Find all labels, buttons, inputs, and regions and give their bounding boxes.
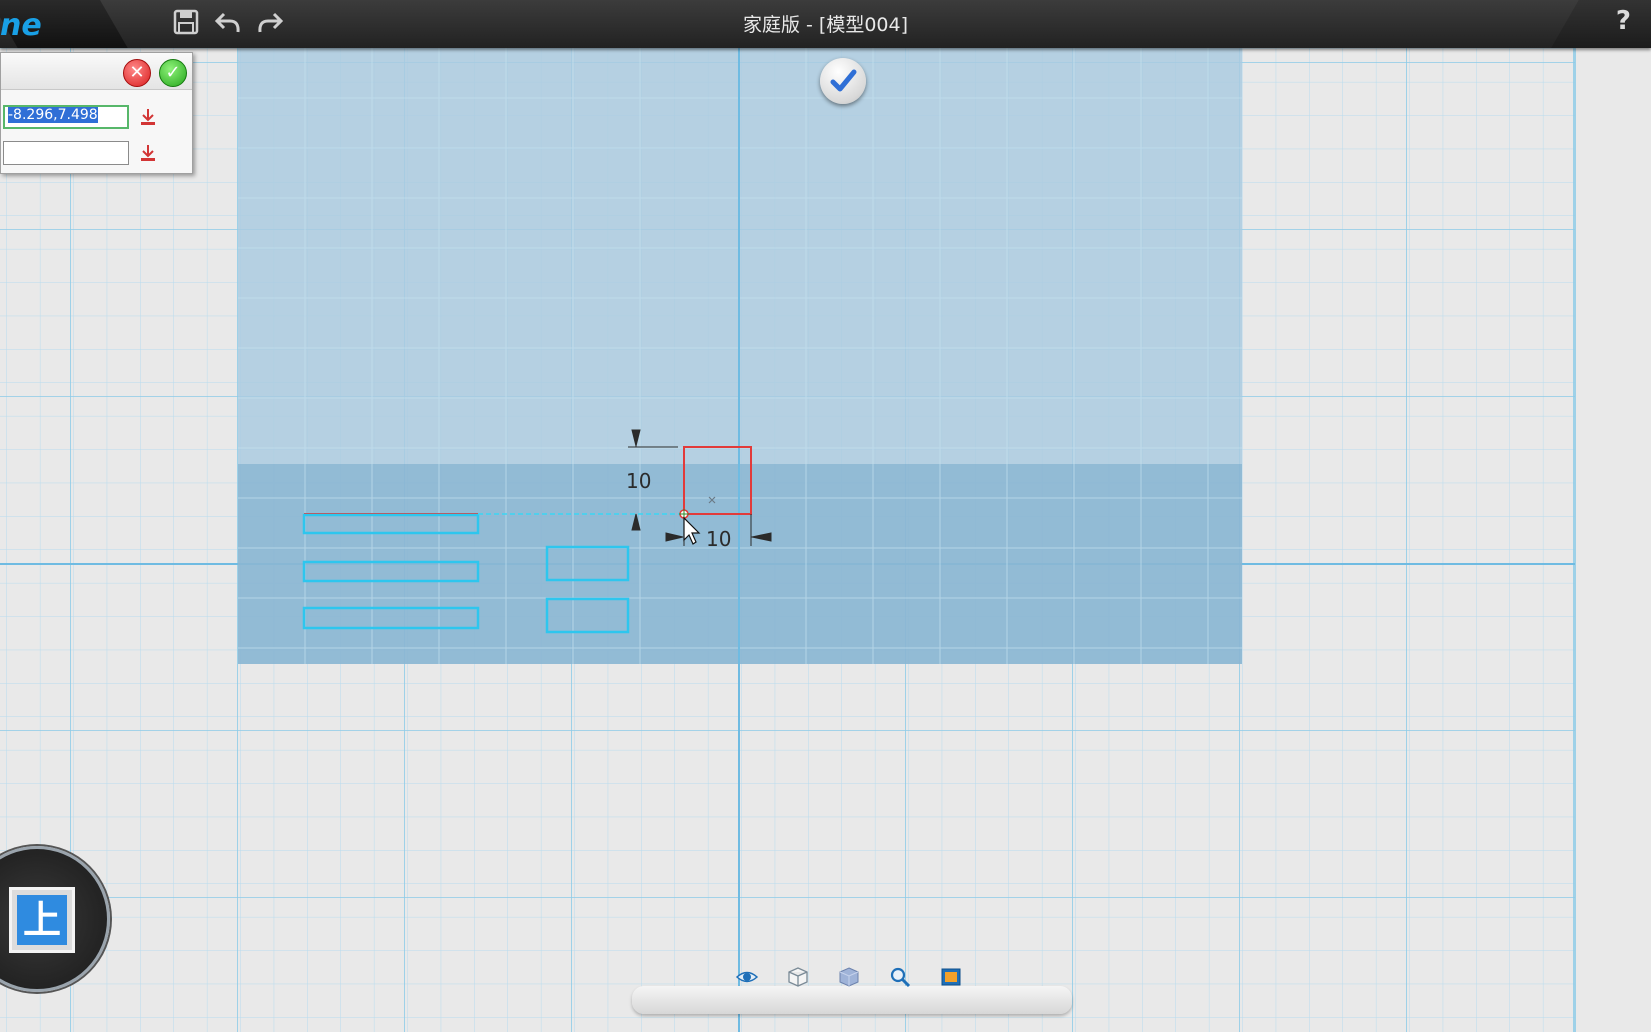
point-coordinate-value: -8.296,7.498 xyxy=(8,107,98,123)
pick-point-icon[interactable] xyxy=(139,107,157,127)
help-button[interactable]: ? xyxy=(1616,6,1631,36)
view-toolbar xyxy=(632,967,1072,1014)
point-coordinate-input[interactable]: -8.296,7.498 xyxy=(3,105,129,129)
view-cube-face[interactable]: 上 xyxy=(9,887,75,953)
zoom-icon[interactable] xyxy=(889,966,911,988)
ok-button[interactable]: ✓ xyxy=(159,59,187,87)
window-title: 家庭版 - [模型004] xyxy=(742,14,909,36)
finish-sketch-button[interactable] xyxy=(820,58,866,104)
second-parameter-input[interactable] xyxy=(3,141,129,165)
view-cube-top-label: 上 xyxy=(17,895,67,945)
title-bar-right-tab xyxy=(1551,0,1651,48)
dialog-header: ✕ ✓ xyxy=(1,53,192,90)
render-icon[interactable] xyxy=(940,966,962,988)
wireframe-cube-icon[interactable] xyxy=(787,966,809,988)
cancel-button[interactable]: ✕ xyxy=(123,59,151,87)
check-icon xyxy=(830,69,857,92)
check-icon: ✓ xyxy=(165,62,181,83)
solid-cube-icon[interactable] xyxy=(838,966,860,988)
view-eye-icon[interactable] xyxy=(736,966,758,988)
work-plane[interactable]: 10 10 xyxy=(0,0,1651,1032)
close-icon: ✕ xyxy=(129,62,145,83)
pick-point-icon[interactable] xyxy=(139,143,157,163)
coordinate-dialog: ✕ ✓ -8.296,7.498 xyxy=(0,52,193,174)
dimension-vertical-value[interactable]: 10 xyxy=(626,469,651,493)
dimension-horizontal-value[interactable]: 10 xyxy=(706,527,731,551)
title-bar: ne 家庭版 - [模型004] ? xyxy=(0,0,1651,48)
